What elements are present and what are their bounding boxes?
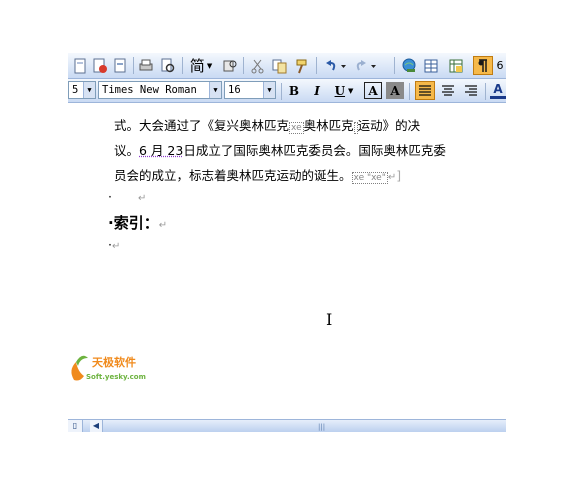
bold-button[interactable]: B (284, 81, 304, 100)
redo-button[interactable] (352, 56, 382, 75)
document-line-1: 式。大会通过了《复兴奥林匹克 xe 奥林匹克 运动》的决 (114, 115, 420, 134)
index-field[interactable]: xe (289, 122, 304, 134)
standard-toolbar: 简 ▼ 6 (68, 53, 506, 79)
bullet-mark: · (108, 189, 112, 204)
toolbar-overflow-value[interactable]: 6 (494, 56, 506, 75)
character-border-button[interactable]: A (364, 82, 382, 99)
justify-icon (419, 84, 431, 96)
text-run: 日成立了国际奥林匹克委员会。国际奥林匹克委 (183, 143, 446, 158)
toolbar-separator (281, 83, 282, 100)
redo-icon (356, 59, 376, 70)
document-line-3: 员会的成立，标志着奥林匹克运动的诞生。 xe "xe" ↵] (114, 165, 401, 184)
print-icon[interactable] (136, 56, 156, 75)
horizontal-scrollbar[interactable]: ▯ ◀ ||| (68, 419, 506, 432)
undo-button[interactable] (320, 56, 350, 75)
toolbar-separator (243, 57, 244, 74)
research-icon[interactable] (220, 56, 240, 75)
justify-button[interactable] (415, 81, 435, 100)
chevron-down-icon: ▼ (83, 82, 95, 98)
scrollbar-grip[interactable]: ||| (318, 423, 325, 431)
logo-en-text: Soft.yesky.com (86, 373, 146, 381)
italic-button[interactable]: I (307, 81, 327, 100)
font-size-value: 16 (228, 84, 241, 96)
paragraph-mark: ↵ (137, 193, 147, 204)
smart-tag-date[interactable]: 6 月 23 (139, 143, 183, 158)
copy-icon[interactable] (270, 56, 290, 75)
underline-button[interactable]: U ▼ (330, 81, 358, 100)
permission-icon[interactable] (90, 56, 110, 75)
font-color-button[interactable]: A (490, 81, 506, 99)
show-hide-marks-button[interactable] (473, 56, 493, 75)
columns-button[interactable]: 简 ▼ (186, 56, 216, 75)
text-run: 式。大会通过了《复兴奥林匹克 (114, 118, 290, 133)
field-bracket: ] (396, 168, 402, 183)
print-preview-page-icon[interactable] (110, 56, 130, 75)
chevron-down-icon: ▼ (348, 86, 354, 95)
style-combo[interactable]: 5 ¶ ▼ (68, 81, 96, 99)
paragraph-mark: ↵ (158, 220, 168, 231)
index-heading: ·索引：↵ (108, 212, 168, 233)
align-center-icon (442, 84, 454, 96)
cut-icon[interactable] (248, 56, 268, 75)
font-name-combo[interactable]: Times New Roman ▼ (98, 81, 222, 99)
character-shading-button[interactable]: A (386, 82, 404, 99)
document-line-2: 议。6 月 23日成立了国际奥林匹克委员会。国际奥林匹克委 (114, 140, 446, 159)
yesky-logo: 天极软件 Soft.yesky.com (68, 350, 158, 384)
tables-borders-icon[interactable] (421, 56, 441, 75)
print-preview-icon[interactable] (158, 56, 178, 75)
scroll-left-button[interactable]: ◀ (90, 420, 103, 432)
formatting-toolbar: 5 ¶ ▼ Times New Roman ▼ 16 ▼ B I U ▼ A A … (68, 79, 506, 103)
text-run: 议。 (114, 143, 140, 158)
empty-paragraph: ·↵ (108, 237, 120, 252)
align-right-icon (465, 84, 477, 96)
toolbar-separator (133, 57, 134, 74)
font-name-value: Times New Roman (102, 84, 197, 96)
insert-hyperlink-icon[interactable] (399, 56, 419, 75)
empty-paragraph: ·↵ (108, 189, 146, 204)
partial-value: 6 (496, 59, 504, 72)
text-run: 员会的成立，标志着奥林匹克运动的诞生。 (114, 168, 352, 183)
view-layout-icon[interactable]: ▯ (68, 420, 83, 432)
text-run: 奥林匹克 (303, 118, 354, 133)
format-painter-icon[interactable] (292, 56, 312, 75)
chevron-down-icon: ▼ (209, 82, 221, 98)
font-size-combo[interactable]: 16 ▼ (224, 81, 276, 99)
index-field[interactable]: xe "xe" (351, 172, 388, 184)
underline-label: U (334, 83, 346, 98)
toolbar-separator (409, 83, 410, 100)
align-center-button[interactable] (438, 81, 458, 100)
insert-excel-icon[interactable] (446, 56, 466, 75)
paragraph-mark: ↵ (387, 172, 397, 183)
text-cursor-icon: I (326, 310, 333, 329)
paragraph-mark: ↵ (111, 241, 121, 252)
heading-text: 索引： (113, 214, 159, 232)
columns-label: 简 (189, 57, 205, 75)
pilcrow-icon (478, 58, 487, 72)
toolbar-separator (394, 57, 395, 74)
undo-icon (326, 59, 346, 70)
align-right-button[interactable] (461, 81, 481, 100)
logo-icon: 天极软件 Soft.yesky.com (71, 355, 146, 381)
new-document-icon[interactable] (70, 56, 90, 75)
toolbar-separator (182, 57, 183, 74)
toolbar-separator (316, 57, 317, 74)
chevron-down-icon: ▼ (263, 82, 275, 98)
logo-cn-text: 天极软件 (92, 355, 136, 369)
text-run: 运动》的决 (357, 118, 421, 133)
toolbar-separator (485, 83, 486, 100)
